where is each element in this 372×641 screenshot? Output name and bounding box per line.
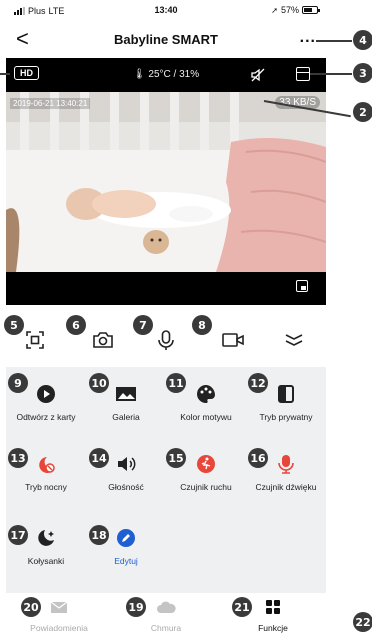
screenshot-button[interactable] bbox=[22, 327, 48, 353]
function-label: Kołysanki bbox=[27, 556, 65, 566]
annotation-badge-9: 9 bbox=[8, 373, 28, 393]
sound-sensor-icon bbox=[278, 455, 294, 474]
annotation-badge-15: 15 bbox=[166, 448, 186, 468]
annotation-badge-7: 7 bbox=[133, 315, 153, 335]
function-label: Czujnik ruchu bbox=[180, 482, 232, 492]
speaker-muted-icon bbox=[251, 68, 265, 82]
annotation-badge-3: 3 bbox=[353, 63, 372, 83]
video-frame-image bbox=[6, 92, 326, 272]
microphone-icon bbox=[158, 330, 174, 350]
nav-label: Funkcje bbox=[258, 623, 288, 633]
annotation-badge-8: 8 bbox=[192, 315, 212, 335]
moon-stars-icon bbox=[38, 530, 54, 546]
chevron-double-down-icon bbox=[285, 334, 303, 346]
nav-label: Chmura bbox=[150, 623, 182, 633]
annotation-badge-19: 19 bbox=[126, 597, 146, 617]
function-label: Tryb nocny bbox=[25, 482, 67, 492]
function-label: Galeria bbox=[112, 412, 140, 422]
annotation-badge-14: 14 bbox=[89, 448, 109, 468]
annotation-badge-4: 4 bbox=[353, 30, 372, 50]
timestamp-overlay: 2019-06-21 13:40:21 bbox=[10, 98, 91, 109]
function-label: Kolor motywu bbox=[180, 412, 232, 422]
status-bar: Plus LTE 13:40 ➚ 57% bbox=[6, 0, 326, 22]
annotation-badge-22: 22 bbox=[353, 612, 372, 632]
image-icon bbox=[116, 387, 136, 401]
annotation-leader bbox=[310, 73, 352, 75]
annotation-badge-18: 18 bbox=[89, 525, 109, 545]
edit-icon bbox=[117, 529, 135, 547]
annotation-badge-20: 20 bbox=[21, 597, 41, 617]
cloud-icon bbox=[157, 601, 176, 613]
battery-percent: 57% bbox=[280, 5, 299, 15]
video-camera-icon bbox=[222, 333, 244, 347]
app-header: < Babyline SMART ... bbox=[6, 22, 326, 58]
thermometer-icon: 🌡︎ bbox=[132, 69, 146, 80]
annotation-badge-6: 6 bbox=[66, 315, 86, 335]
layout-toggle-icon[interactable] bbox=[296, 67, 310, 81]
annotation-badge-2: 2 bbox=[353, 102, 372, 122]
fullscreen-icon bbox=[26, 331, 44, 349]
night-mode-icon bbox=[39, 457, 55, 473]
function-label: Głośność bbox=[108, 482, 144, 492]
annotation-badge-17: 17 bbox=[8, 525, 28, 545]
camera-toolbar bbox=[6, 305, 326, 367]
live-video-feed[interactable]: 2019-06-21 13:40:21 33 KB/S bbox=[6, 92, 326, 272]
camera-topbar: HD 🌡︎ 25°C / 31% bbox=[6, 58, 326, 92]
bottom-navigation: Powiadomienia Chmura Funkcje bbox=[6, 593, 326, 641]
palette-icon bbox=[197, 385, 215, 403]
function-label: Odtwórz z karty bbox=[16, 412, 76, 422]
talk-button[interactable] bbox=[153, 327, 179, 353]
take-photo-button[interactable] bbox=[90, 327, 116, 353]
mail-icon bbox=[50, 601, 68, 613]
environment-readout: 🌡︎ 25°C / 31% bbox=[6, 69, 326, 80]
grid-icon bbox=[266, 600, 280, 614]
play-circle-icon bbox=[37, 385, 55, 403]
collapse-button[interactable] bbox=[281, 327, 307, 353]
annotation-badge-12: 12 bbox=[248, 373, 268, 393]
annotation-badge-13: 13 bbox=[8, 448, 28, 468]
annotation-badge-10: 10 bbox=[89, 373, 109, 393]
phone-screen: Plus LTE 13:40 ➚ 57% < Babyline SMART ..… bbox=[6, 0, 326, 641]
location-icon: ➚ bbox=[271, 5, 278, 15]
speaker-icon bbox=[118, 457, 136, 471]
annotation-badge-16: 16 bbox=[248, 448, 268, 468]
record-video-button[interactable] bbox=[220, 327, 246, 353]
functions-grid: Odtwórz z karty Galeria Kolor motywu Try… bbox=[6, 367, 326, 593]
mute-speaker-button[interactable] bbox=[250, 67, 266, 83]
battery-icon bbox=[302, 6, 320, 14]
camera-icon bbox=[93, 332, 113, 348]
function-label: Edytuj bbox=[114, 556, 138, 566]
nav-label: Powiadomienia bbox=[30, 623, 88, 633]
function-label: Czujnik dźwięku bbox=[255, 482, 317, 492]
page-title: Babyline SMART bbox=[113, 32, 218, 47]
annotation-badge-5: 5 bbox=[4, 315, 24, 335]
annotation-leader bbox=[0, 73, 10, 75]
annotation-leader bbox=[316, 40, 352, 42]
function-label: Tryb prywatny bbox=[259, 412, 313, 422]
picture-in-picture-icon[interactable] bbox=[296, 280, 308, 292]
annotation-badge-21: 21 bbox=[232, 597, 252, 617]
status-right: ➚ 57% bbox=[271, 5, 320, 15]
environment-values: 25°C / 31% bbox=[148, 69, 200, 80]
motion-sensor-icon bbox=[197, 455, 215, 473]
more-menu-button[interactable]: ... bbox=[300, 29, 316, 47]
camera-view: HD 🌡︎ 25°C / 31% 2019-06-21 13:40:21 33 … bbox=[6, 58, 326, 305]
privacy-shield-icon bbox=[278, 385, 294, 403]
annotation-badge-11: 11 bbox=[166, 373, 186, 393]
